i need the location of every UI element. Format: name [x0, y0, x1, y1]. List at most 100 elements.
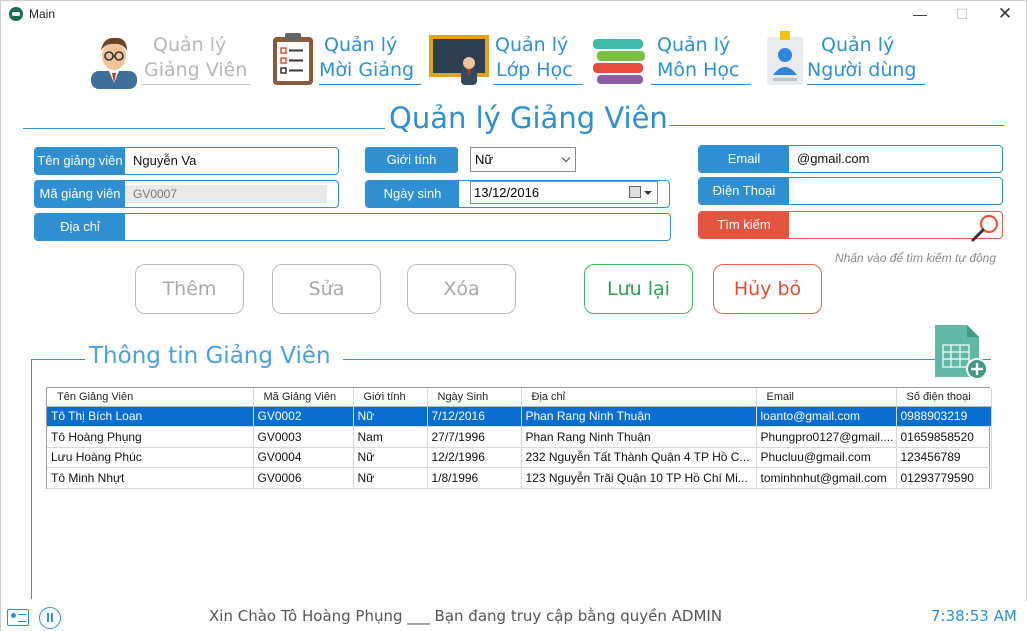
them-button[interactable]: Thêm: [135, 264, 244, 314]
ten-giang-vien-input[interactable]: [127, 148, 327, 174]
table-cell: Phungpro0127@gmail....: [756, 426, 897, 448]
gioi-tinh-label: Giới tính: [365, 147, 458, 173]
classroom-blackboard-icon: [429, 35, 489, 85]
app-icon: [9, 7, 23, 21]
menu-label-line1: Quản lý: [657, 34, 731, 56]
menu-label-line2: Người dùng: [807, 59, 917, 81]
menu-item-nguoi-dung[interactable]: Quản lý Người dùng: [761, 29, 931, 87]
menu-item-giang-vien[interactable]: Quản lý Giảng Viên: [85, 29, 255, 89]
table-cell: Tô Minh Nhựt: [47, 467, 254, 489]
column-header[interactable]: Email: [756, 388, 897, 407]
gioi-tinh-selected: Nữ: [475, 152, 494, 167]
ma-giang-vien-label: Mã giảng viên: [35, 181, 125, 207]
clipboard-checklist-icon: [273, 33, 313, 85]
tim-kiem-label: Tìm kiếm: [699, 212, 789, 238]
ngay-sinh-label: Ngày sinh: [366, 181, 459, 207]
status-bar: Xin Chào Tô Hoàng Phụng ___ Bạn đang tru…: [1, 601, 1027, 631]
menu-item-moi-giang[interactable]: Quản lý Mời Giảng: [269, 29, 424, 87]
title-divider-left: [23, 128, 385, 129]
table-cell: 12/2/1996: [427, 447, 522, 468]
table-row[interactable]: Tô Minh Nhựt GV0006 Nữ 1/8/1996 123 Nguy…: [47, 467, 992, 489]
table-cell: Lưu Hoàng Phúc: [47, 447, 254, 468]
menu-label-line2: Giảng Viên: [144, 59, 248, 81]
menu-underline: [651, 84, 751, 85]
ten-giang-vien-label: Tên giảng viên: [35, 148, 125, 174]
menu-item-mon-hoc[interactable]: Quản lý Môn Học: [591, 29, 756, 87]
table-cell: Nữ: [353, 447, 428, 468]
user-id-icon: [767, 31, 803, 85]
table-cell: 7/12/2016: [427, 406, 522, 427]
chevron-down-icon: [561, 153, 571, 163]
table-row[interactable]: Tô Thị Bích Loan GV0002 Nữ 7/12/2016 Pha…: [47, 406, 992, 427]
giang-vien-table[interactable]: Tên Giảng Viên Mã Giảng Viên Giới tính N…: [46, 387, 992, 489]
column-header[interactable]: Tên Giảng Viên: [47, 388, 254, 407]
sua-button[interactable]: Sửa: [272, 264, 381, 314]
table-cell: Tô Hoàng Phụng: [47, 426, 254, 448]
table-row[interactable]: Tô Hoàng Phụng GV0003 Nam 27/7/1996 Phan…: [47, 426, 992, 448]
table-cell: 27/7/1996: [427, 426, 522, 448]
ten-giang-vien-field: Tên giảng viên: [34, 147, 339, 175]
menu-label-line1: Quản lý: [324, 34, 398, 56]
menu-label-line1: Quản lý: [495, 34, 569, 56]
table-cell: Nam: [353, 426, 428, 448]
table-cell: GV0003: [253, 426, 354, 448]
dien-thoai-input[interactable]: [791, 178, 996, 204]
ngay-sinh-datepicker[interactable]: 13/12/2016: [470, 181, 658, 204]
column-header[interactable]: Mã Giảng Viên: [253, 388, 354, 407]
table-cell: Phan Rang Ninh Thuận: [521, 406, 757, 427]
teacher-avatar-icon: [91, 37, 137, 89]
tim-kiem-input[interactable]: [791, 212, 961, 238]
dia-chi-input[interactable]: [127, 214, 657, 240]
table-cell: Nữ: [353, 406, 428, 427]
column-header[interactable]: Địa chỉ: [521, 388, 757, 407]
menu-label-line1: Quản lý: [153, 34, 227, 56]
table-cell: GV0004: [253, 447, 354, 468]
books-stack-icon: [593, 39, 645, 84]
email-input[interactable]: [791, 146, 996, 172]
dien-thoai-field: Điện Thoại: [698, 177, 1003, 205]
group-border-left: [31, 359, 32, 599]
gioi-tinh-select[interactable]: Nữ: [470, 147, 576, 172]
table-cell: Tô Thị Bích Loan: [47, 406, 254, 427]
table-row[interactable]: Lưu Hoàng Phúc GV0004 Nữ 12/2/1996 232 N…: [47, 447, 992, 468]
table-cell: tominhnhut@gmail.com: [756, 467, 897, 489]
table-cell: 01293779590: [896, 467, 992, 489]
search-hint: Nhấn vào để tìm kiếm tự động: [835, 251, 997, 265]
table-cell: Phan Rang Ninh Thuận: [521, 426, 757, 448]
dien-thoai-label: Điện Thoại: [699, 178, 789, 204]
menu-item-lop-hoc[interactable]: Quản lý Lớp Học: [427, 29, 587, 87]
pause-icon[interactable]: [39, 607, 61, 629]
ma-giang-vien-value: GV0007: [133, 187, 178, 201]
close-button[interactable]: ✕: [985, 3, 1025, 25]
ngay-sinh-value: 13/12/2016: [474, 185, 540, 200]
xoa-button[interactable]: Xóa: [407, 264, 516, 314]
menu-underline: [493, 84, 583, 85]
column-header[interactable]: Ngày Sinh: [427, 388, 522, 407]
table-cell: GV0006: [253, 467, 354, 489]
dia-chi-field: Địa chỉ: [34, 213, 671, 241]
table-cell: 232 Nguyễn Tất Thành Quận 4 TP Hồ C...: [521, 447, 757, 468]
huy-bo-button[interactable]: Hủy bỏ: [713, 264, 822, 314]
search-icon[interactable]: [969, 212, 1001, 244]
table-cell: 123 Nguyễn Trãi Quận 10 TP Hồ Chí Mi...: [521, 467, 757, 489]
dropdown-arrow-icon[interactable]: [644, 191, 652, 195]
column-header[interactable]: Giới tính: [353, 388, 428, 407]
table-cell: Phucluu@gmail.com: [756, 447, 897, 468]
group-divider-left: [31, 359, 85, 360]
table-cell: loanto@gmail.com: [756, 406, 897, 427]
maximize-button[interactable]: ☐: [942, 3, 982, 25]
menu-label-line2: Mời Giảng: [319, 59, 415, 81]
title-bar: Main — ☐ ✕: [1, 1, 1027, 27]
table-cell: 123456789: [896, 447, 992, 468]
email-field: Email: [698, 145, 1003, 173]
user-card-icon[interactable]: [7, 609, 29, 626]
menu-label-line2: Môn Học: [657, 59, 740, 81]
group-title: Thông tin Giảng Viên: [89, 343, 331, 369]
minimize-button[interactable]: —: [900, 3, 940, 25]
column-header[interactable]: Số điện thoại: [896, 388, 992, 407]
calendar-icon[interactable]: [629, 186, 641, 198]
menu-label-line2: Lớp Học: [496, 59, 573, 81]
luu-lai-button[interactable]: Lưu lại: [584, 264, 693, 314]
export-excel-icon[interactable]: [931, 323, 993, 381]
page-title: Quản lý Giảng Viên: [389, 101, 668, 135]
